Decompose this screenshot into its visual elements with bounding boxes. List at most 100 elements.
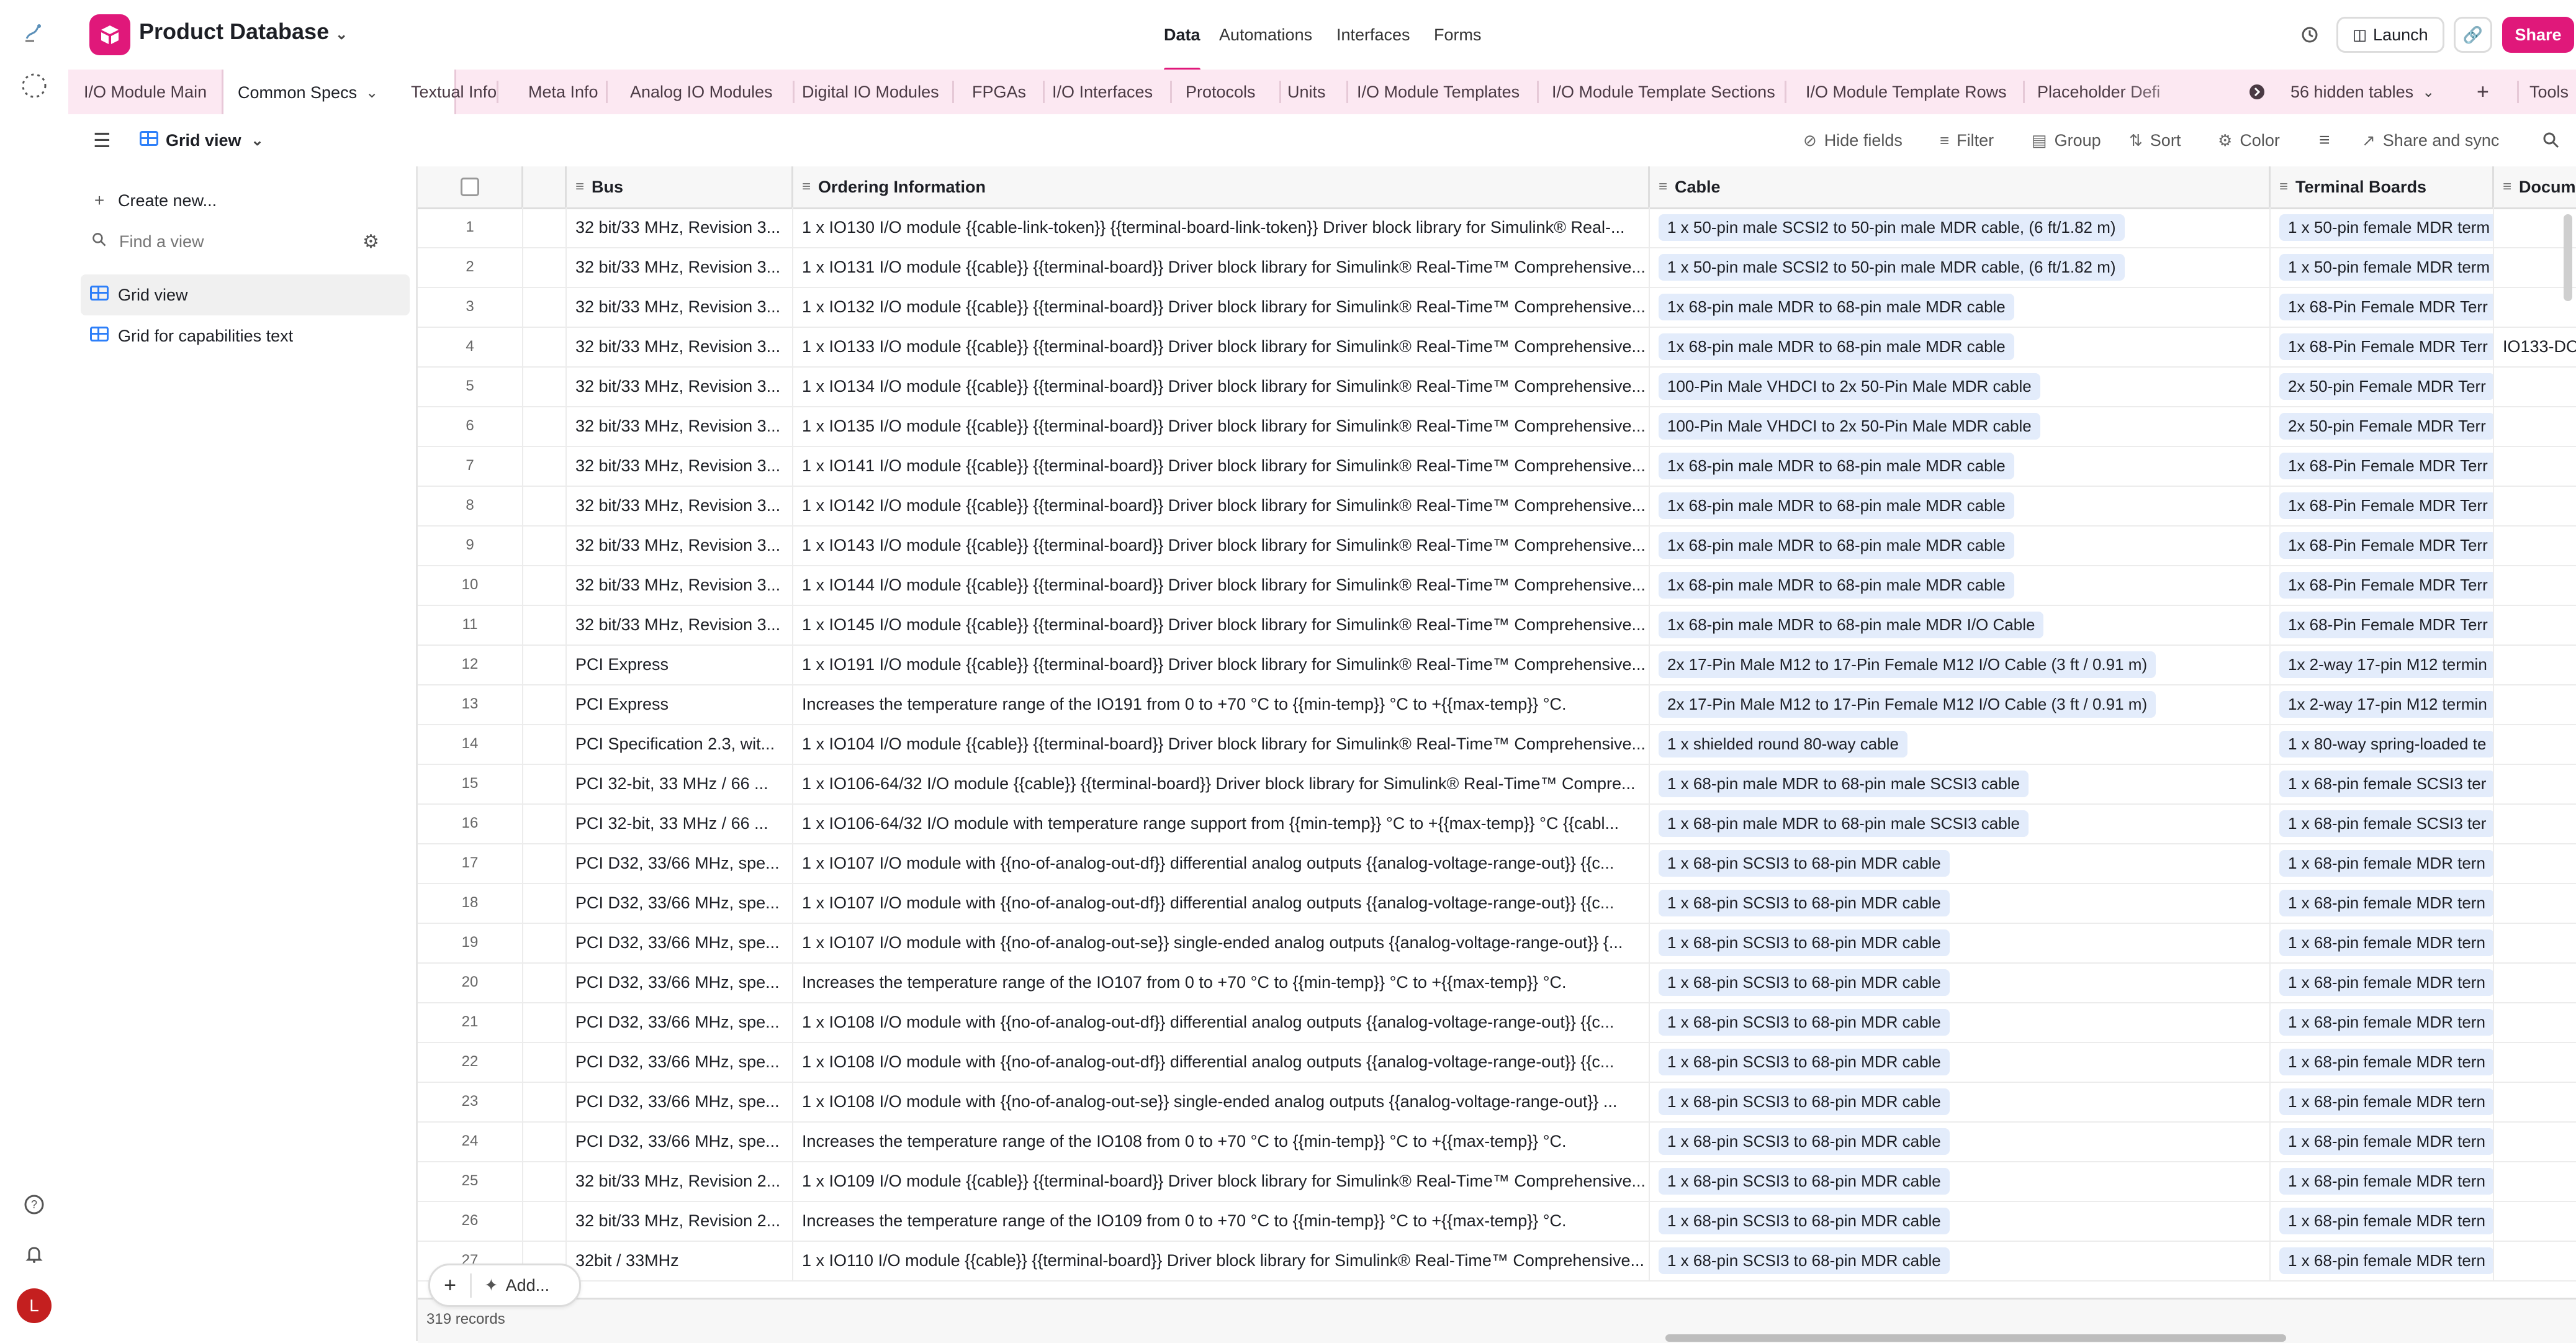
linked-record-pill[interactable]: 1x 68-Pin Female MDR Terr (2279, 611, 2493, 638)
cell-bus[interactable]: PCI Specification 2.3, wit... (567, 724, 793, 764)
linked-record-pill[interactable]: 1 x 68-pin female MDR tern (2279, 1088, 2493, 1115)
cell-cable[interactable]: 1 x 50-pin male SCSI2 to 50-pin male MDR… (1650, 207, 2271, 247)
cell-bus[interactable]: PCI D32, 33/66 MHz, spe... (567, 962, 793, 1002)
linked-record-pill[interactable]: 1x 68-pin male MDR to 68-pin male MDR ca… (1659, 333, 2014, 360)
tab-analog-io-modules[interactable]: Analog IO Modules (630, 70, 773, 114)
cell-terminal-boards[interactable]: 1 x 50-pin female MDR term (2271, 207, 2494, 247)
tab-io-module-main[interactable]: I/O Module Main (84, 70, 207, 114)
home-logo-icon[interactable] (17, 15, 52, 50)
cell-documents[interactable] (2494, 1002, 2576, 1042)
cell-documents[interactable] (2494, 1161, 2576, 1201)
row-expand-cell[interactable] (523, 327, 567, 366)
table-row[interactable]: 23 PCI D32, 33/66 MHz, spe... 1 x IO108 I/… (418, 1082, 2576, 1123)
cell-bus[interactable]: 32bit / 33MHz (567, 1241, 793, 1280)
cell-documents[interactable] (2494, 486, 2576, 525)
cell-bus[interactable]: PCI 32-bit, 33 MHz / 66 ... (567, 764, 793, 803)
linked-record-pill[interactable]: 1x 68-pin male MDR to 68-pin male MDR ca… (1659, 531, 2014, 559)
cell-terminal-boards[interactable]: 1x 68-Pin Female MDR Terr (2271, 287, 2494, 327)
cell-documents[interactable] (2494, 644, 2576, 684)
linked-record-pill[interactable]: 1 x 68-pin SCSI3 to 68-pin MDR cable (1659, 1048, 1950, 1075)
linked-record-pill[interactable]: 1 x 50-pin female MDR term (2279, 214, 2493, 241)
cell-cable[interactable]: 1 x 68-pin SCSI3 to 68-pin MDR cable (1650, 883, 2271, 923)
cell-terminal-boards[interactable]: 1 x 68-pin female MDR tern (2271, 1002, 2494, 1042)
workspace-spinner-icon[interactable] (17, 68, 52, 103)
linked-record-pill[interactable]: 1 x 68-pin female MDR tern (2279, 1048, 2493, 1075)
table-row[interactable]: 7 32 bit/33 MHz, Revision 3... 1 x IO141 I… (418, 446, 2576, 487)
table-row[interactable]: 11 32 bit/33 MHz, Revision 3... 1 x IO145 … (418, 605, 2576, 646)
table-row[interactable]: 6 32 bit/33 MHz, Revision 3... 1 x IO135 I… (418, 406, 2576, 447)
table-row[interactable]: 5 32 bit/33 MHz, Revision 3... 1 x IO134 I… (418, 366, 2576, 407)
cell-ordering-information[interactable]: Increases the temperature range of the I… (793, 1121, 1650, 1161)
cell-ordering-information[interactable]: 1 x IO144 I/O module {{cable}} {{termina… (793, 565, 1650, 605)
cell-ordering-information[interactable]: 1 x IO130 I/O module {{cable-link-token}… (793, 207, 1650, 247)
cell-bus[interactable]: PCI D32, 33/66 MHz, spe... (567, 843, 793, 883)
row-expand-cell[interactable] (523, 962, 567, 1002)
cell-documents[interactable]: IO133-DO (2494, 327, 2576, 366)
cell-bus[interactable]: 32 bit/33 MHz, Revision 3... (567, 565, 793, 605)
row-expand-cell[interactable] (523, 1201, 567, 1241)
cell-ordering-information[interactable]: 1 x IO133 I/O module {{cable}} {{termina… (793, 327, 1650, 366)
column-header-bus[interactable]: ≡ Bus (567, 166, 793, 207)
table-row[interactable]: 24 PCI D32, 33/66 MHz, spe... Increases th… (418, 1121, 2576, 1162)
cell-ordering-information[interactable]: 1 x IO110 I/O module {{cable}} {{termina… (793, 1241, 1650, 1280)
row-expand-cell[interactable] (523, 525, 567, 565)
cell-terminal-boards[interactable]: 1 x 68-pin female MDR tern (2271, 1201, 2494, 1241)
linked-record-pill[interactable]: 1 x 68-pin female SCSI3 ter (2279, 810, 2493, 837)
cell-cable[interactable]: 1 x 68-pin male MDR to 68-pin male SCSI3… (1650, 803, 2271, 843)
cell-ordering-information[interactable]: 1 x IO108 I/O module with {{no-of-analog… (793, 1002, 1650, 1042)
hidden-tables-dropdown[interactable]: 56 hidden tables ⌄ (2290, 70, 2434, 114)
cell-documents[interactable] (2494, 764, 2576, 803)
linked-record-pill[interactable]: 1 x 50-pin male SCSI2 to 50-pin male MDR… (1659, 253, 2125, 281)
cell-terminal-boards[interactable]: 1 x 80-way spring-loaded te (2271, 724, 2494, 764)
linked-record-pill[interactable]: 1 x 50-pin male SCSI2 to 50-pin male MDR… (1659, 214, 2125, 241)
add-table-button[interactable]: + (2477, 70, 2489, 114)
launch-button[interactable]: ◫ Launch (2336, 17, 2444, 53)
base-name[interactable]: Product Database ⌄ (139, 19, 348, 45)
linked-record-pill[interactable]: 1 x 68-pin female MDR tern (2279, 889, 2493, 916)
linked-record-pill[interactable]: 2x 50-pin Female MDR Terr (2279, 373, 2493, 400)
tab-io-module-templates[interactable]: I/O Module Templates (1357, 70, 1520, 114)
nav-automations[interactable]: Automations (1219, 0, 1312, 70)
cell-cable[interactable]: 1x 68-pin male MDR to 68-pin male MDR ca… (1650, 327, 2271, 366)
linked-record-pill[interactable]: 1 x 50-pin female MDR term (2279, 253, 2493, 281)
cell-documents[interactable] (2494, 1121, 2576, 1161)
linked-record-pill[interactable]: 1x 68-Pin Female MDR Terr (2279, 492, 2493, 519)
linked-record-pill[interactable]: 1x 68-pin male MDR to 68-pin male MDR ca… (1659, 293, 2014, 320)
cell-documents[interactable] (2494, 883, 2576, 923)
column-header-cable[interactable]: ≡ Cable (1650, 166, 2271, 207)
cell-bus[interactable]: PCI Express (567, 684, 793, 724)
cell-terminal-boards[interactable]: 1x 2-way 17-pin M12 termin (2271, 684, 2494, 724)
cell-cable[interactable]: 1 x 68-pin SCSI3 to 68-pin MDR cable (1650, 1082, 2271, 1121)
cell-ordering-information[interactable]: 1 x IO191 I/O module {{cable}} {{termina… (793, 644, 1650, 684)
linked-record-pill[interactable]: 1 x 68-pin SCSI3 to 68-pin MDR cable (1659, 1088, 1950, 1115)
cell-bus[interactable]: PCI Express (567, 644, 793, 684)
table-row[interactable]: 10 32 bit/33 MHz, Revision 3... 1 x IO144 … (418, 565, 2576, 606)
linked-record-pill[interactable]: 1x 68-pin male MDR to 68-pin male MDR I/… (1659, 611, 2044, 638)
row-expand-cell[interactable] (523, 644, 567, 684)
cell-bus[interactable]: 32 bit/33 MHz, Revision 2... (567, 1201, 793, 1241)
cell-bus[interactable]: 32 bit/33 MHz, Revision 3... (567, 287, 793, 327)
linked-record-pill[interactable]: 100-Pin Male VHDCI to 2x 50-Pin Male MDR… (1659, 412, 2040, 440)
tab-io-interfaces[interactable]: I/O Interfaces (1052, 70, 1153, 114)
row-expand-cell[interactable] (523, 843, 567, 883)
cell-terminal-boards[interactable]: 1 x 68-pin female MDR tern (2271, 1161, 2494, 1201)
cell-bus[interactable]: PCI D32, 33/66 MHz, spe... (567, 923, 793, 962)
table-row[interactable]: 19 PCI D32, 33/66 MHz, spe... 1 x IO107 I/… (418, 923, 2576, 964)
linked-record-pill[interactable]: 1x 68-pin male MDR to 68-pin male MDR ca… (1659, 492, 2014, 519)
linked-record-pill[interactable]: 1 x 68-pin female MDR tern (2279, 969, 2493, 996)
horizontal-scrollbar[interactable] (1665, 1334, 2286, 1342)
tab-io-module-template-rows[interactable]: I/O Module Template Rows (1806, 70, 2007, 114)
cell-cable[interactable]: 1 x 68-pin SCSI3 to 68-pin MDR cable (1650, 1002, 2271, 1042)
cell-terminal-boards[interactable]: 1 x 68-pin female MDR tern (2271, 883, 2494, 923)
cell-terminal-boards[interactable]: 1x 68-Pin Female MDR Terr (2271, 486, 2494, 525)
row-expand-cell[interactable] (523, 1161, 567, 1201)
table-row[interactable]: 12 PCI Express 1 x IO191 I/O module {{cabl… (418, 644, 2576, 685)
table-row[interactable]: 1 32 bit/33 MHz, Revision 3... 1 x IO130 I… (418, 207, 2576, 248)
linked-record-pill[interactable]: 100-Pin Male VHDCI to 2x 50-Pin Male MDR… (1659, 373, 2040, 400)
row-expand-cell[interactable] (523, 486, 567, 525)
cell-ordering-information[interactable]: 1 x IO143 I/O module {{cable}} {{termina… (793, 525, 1650, 565)
cell-ordering-information[interactable]: 1 x IO135 I/O module {{cable}} {{termina… (793, 406, 1650, 446)
linked-record-pill[interactable]: 1 x 68-pin female MDR tern (2279, 849, 2493, 877)
cell-cable[interactable]: 2x 17-Pin Male M12 to 17-Pin Female M12 … (1650, 684, 2271, 724)
cell-terminal-boards[interactable]: 1x 2-way 17-pin M12 termin (2271, 644, 2494, 684)
